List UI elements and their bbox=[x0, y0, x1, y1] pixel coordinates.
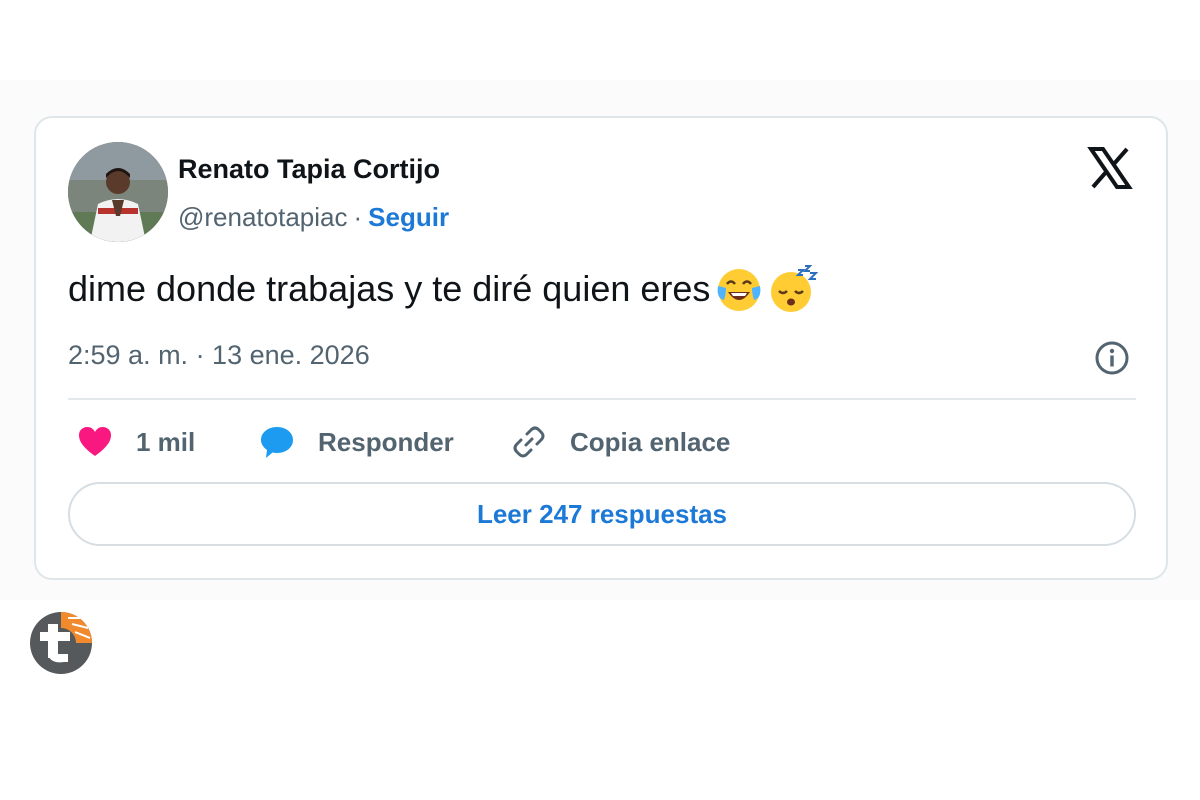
follow-button[interactable]: Seguir bbox=[368, 202, 449, 232]
like-button[interactable]: 1 mil bbox=[76, 422, 195, 462]
sleeping-face-icon bbox=[768, 264, 819, 314]
copy-link-button[interactable]: Copia enlace bbox=[510, 422, 730, 462]
separator-dot: · bbox=[353, 202, 363, 232]
read-replies-button[interactable]: Leer 247 respuestas bbox=[68, 482, 1136, 546]
author-handle[interactable]: @renatotapiac bbox=[178, 202, 348, 232]
avatar[interactable] bbox=[68, 142, 168, 242]
handle-row: @renatotapiac · Seguir bbox=[178, 202, 449, 233]
x-logo-icon[interactable] bbox=[1087, 145, 1133, 191]
copy-link-label: Copia enlace bbox=[570, 426, 731, 457]
tweet-timestamp[interactable]: 2:59 a. m. · 13 ene. 2026 bbox=[68, 340, 370, 371]
tweet-card: Renato Tapia Cortijo @renatotapiac · Segui… bbox=[34, 116, 1168, 580]
link-icon bbox=[513, 426, 545, 458]
info-icon[interactable] bbox=[1094, 340, 1130, 376]
face-with-tears-of-joy-icon bbox=[714, 264, 764, 314]
reply-label: Responder bbox=[318, 426, 454, 457]
tweet-text-row: dime donde trabajas y te diré quien eres bbox=[68, 264, 819, 314]
divider bbox=[68, 398, 1136, 400]
heart-icon bbox=[79, 427, 111, 456]
author-name[interactable]: Renato Tapia Cortijo bbox=[178, 154, 440, 185]
site-logo-icon bbox=[28, 610, 94, 676]
like-count: 1 mil bbox=[136, 426, 196, 457]
reply-button[interactable]: Responder bbox=[258, 422, 454, 462]
speech-bubble-icon bbox=[261, 427, 293, 458]
tweet-text: dime donde trabajas y te diré quien eres bbox=[68, 268, 711, 309]
